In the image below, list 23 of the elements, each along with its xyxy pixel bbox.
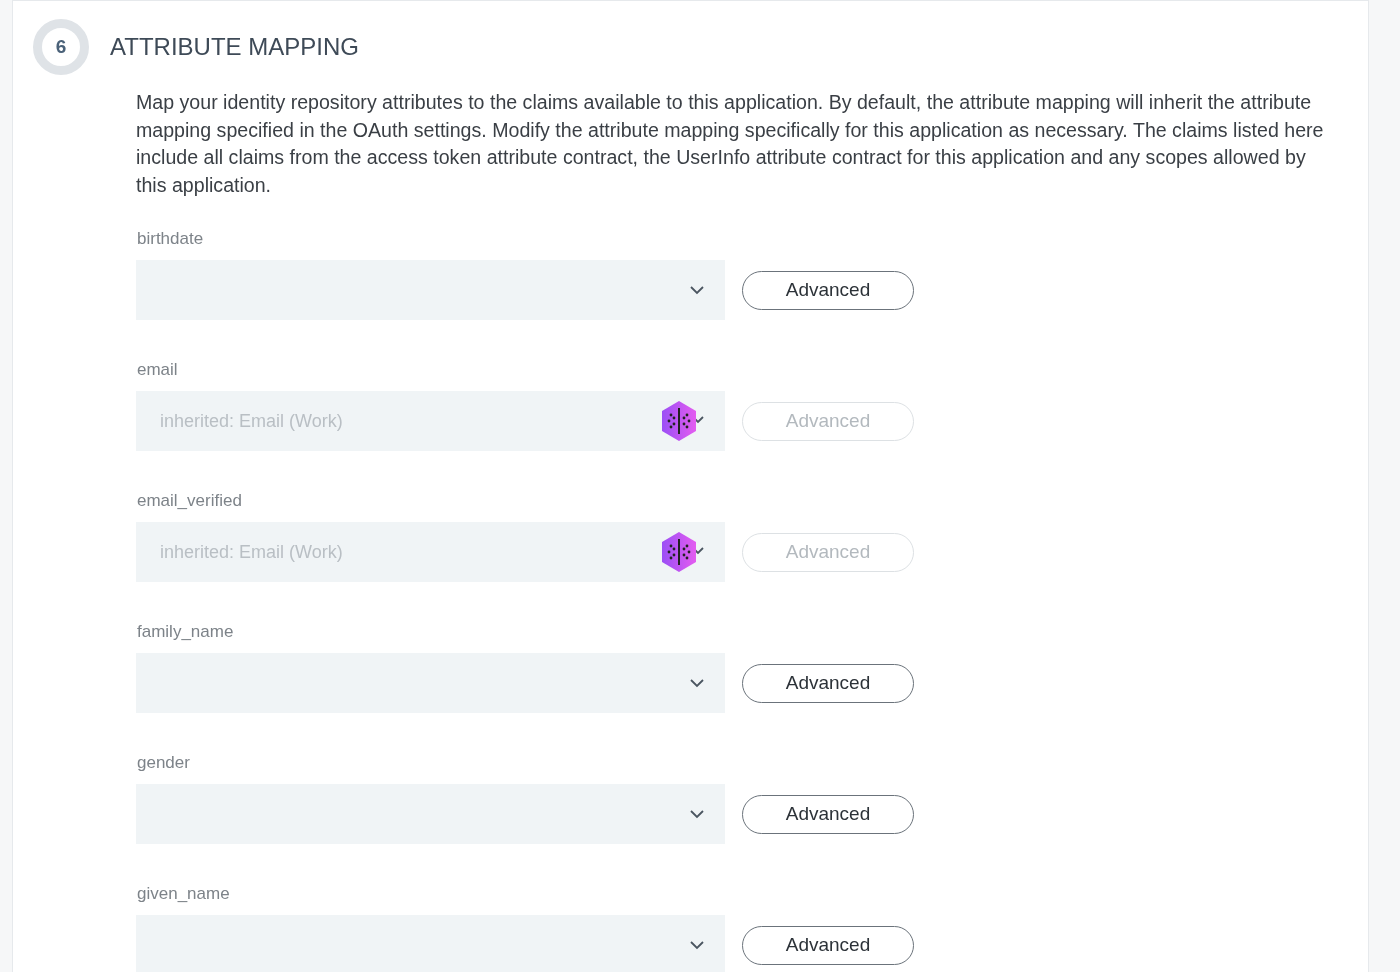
- field-label: email_verified: [137, 491, 242, 512]
- chevron-down-icon: [689, 285, 705, 296]
- field-label: birthdate: [137, 229, 204, 250]
- field-label: family_name: [137, 622, 234, 643]
- step-number: 6: [33, 19, 89, 75]
- field-label: given_name: [137, 884, 230, 905]
- chevron-down-icon: [689, 940, 705, 951]
- advanced-button[interactable]: Advanced: [742, 794, 914, 834]
- select-field[interactable]: [136, 915, 725, 972]
- advanced-button[interactable]: Advanced: [742, 925, 914, 965]
- hexagon-icon: [660, 400, 704, 443]
- field-label: email: [137, 360, 178, 381]
- select-field[interactable]: [136, 653, 725, 714]
- advanced-button[interactable]: Advanced: [742, 270, 914, 310]
- select-field[interactable]: [136, 784, 725, 845]
- chevron-down-icon: [689, 809, 705, 820]
- select-field[interactable]: [136, 260, 725, 321]
- advanced-button[interactable]: Advanced: [742, 663, 914, 703]
- chevron-down-icon: [689, 678, 705, 689]
- section-title: ATTRIBUTE MAPPING: [110, 33, 359, 61]
- section-description: Map your identity repository attributes to the claims available to this application. By default, the attribute mapping will inherit the attribute mapping specified in the OAuth settings. Modify the attribute mapping specifically for this application as necessary. The claims listed here include all claims from the access token attribute contract, the UserInfo attribute contract for this application and any scopes allowed by this application.: [136, 90, 1325, 198]
- hexagon-icon: [660, 531, 704, 574]
- field-label: gender: [137, 753, 190, 774]
